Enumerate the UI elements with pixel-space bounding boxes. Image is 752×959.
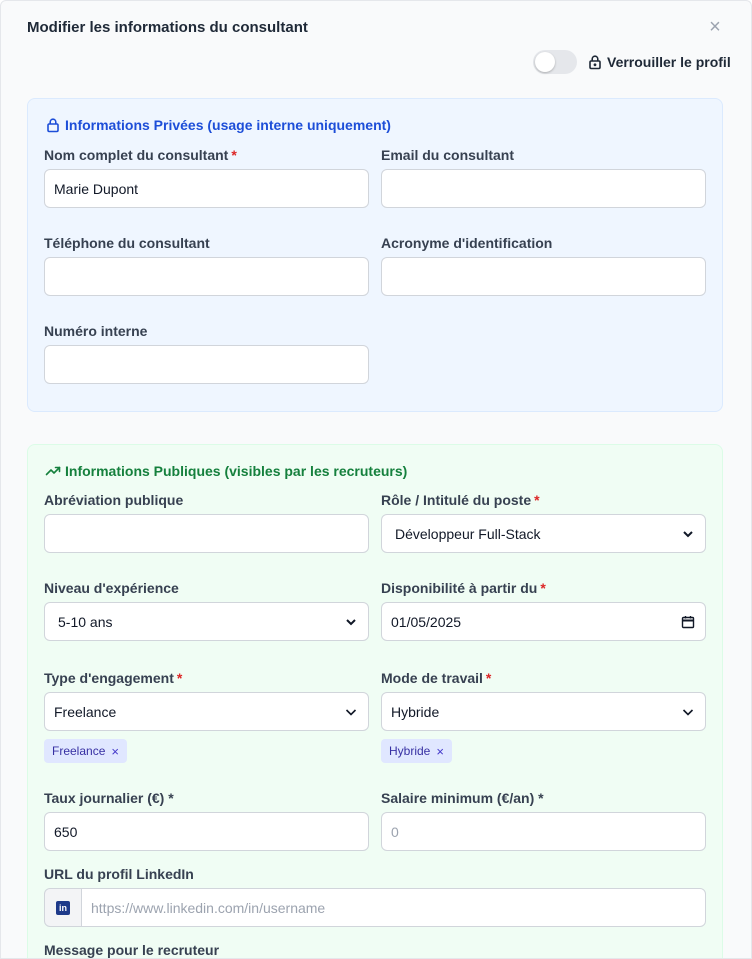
close-button[interactable]: × [705, 17, 725, 37]
linkedin-icon: in [56, 900, 70, 915]
private-info-section: Informations Privées (usage interne uniq… [27, 98, 723, 412]
daily-rate-label: Taux journalier (€) * [44, 790, 174, 806]
private-section-heading: Informations Privées (usage interne uniq… [45, 117, 391, 133]
engagement-select-value: Freelance [54, 703, 117, 720]
role-label-text: Rôle / Intitulé du poste [381, 492, 532, 508]
required-marker: * [540, 580, 546, 596]
availability-date-input[interactable]: 01/05/2025 [381, 602, 706, 641]
work-mode-select-value: Hybride [391, 703, 440, 720]
engagement-label-text: Type d'engagement [44, 670, 174, 686]
public-section-heading: Informations Publiques (visibles par les… [45, 463, 407, 479]
availability-date-value: 01/05/2025 [391, 613, 462, 630]
public-section-title: Informations Publiques (visibles par les… [65, 463, 408, 479]
lock-profile-row: Verrouiller le profil [533, 50, 731, 74]
linkedin-url-input[interactable]: https://www.linkedin.com/in/username [81, 888, 706, 927]
chevron-down-icon [682, 709, 694, 716]
engagement-chip: Freelance × [44, 739, 127, 763]
phone-input[interactable] [44, 257, 369, 296]
remove-chip-icon[interactable]: × [436, 744, 444, 759]
experience-select-value: 5-10 ans [58, 613, 113, 630]
chip-label: Freelance [52, 744, 106, 758]
acronym-label: Acronyme d'identification [381, 235, 553, 251]
required-marker: * [231, 147, 237, 163]
public-info-section: Informations Publiques (visibles par les… [27, 444, 723, 958]
availability-label: Disponibilité à partir du * [381, 580, 546, 596]
edit-consultant-modal: Modifier les informations du consultant … [0, 0, 752, 959]
min-salary-label: Salaire minimum (€/an) * [381, 790, 544, 806]
role-select[interactable]: Développeur Full-Stack [381, 514, 706, 553]
public-abbr-label: Abréviation publique [44, 492, 184, 508]
chevron-down-icon [346, 619, 356, 626]
chevron-down-icon [683, 531, 693, 538]
trending-up-icon [45, 463, 61, 479]
internal-number-input[interactable] [44, 345, 369, 384]
required-marker: * [485, 670, 492, 686]
full-name-label: Nom complet du consultant * [44, 147, 237, 163]
work-mode-label: Mode de travail * [381, 670, 491, 686]
engagement-select[interactable]: Freelance [44, 692, 369, 731]
internal-number-label: Numéro interne [44, 323, 148, 339]
role-select-value: Développeur Full-Stack [395, 525, 541, 542]
work-mode-chip: Hybride × [381, 739, 452, 763]
linkedin-addon: in [44, 888, 82, 927]
availability-label-text: Disponibilité à partir du [381, 580, 538, 596]
full-name-label-text: Nom complet du consultant [44, 147, 229, 163]
email-label: Email du consultant [381, 147, 515, 163]
full-name-input[interactable]: Marie Dupont [44, 169, 369, 208]
required-marker: * [176, 670, 183, 686]
work-mode-label-text: Mode de travail [381, 670, 483, 686]
required-marker: * [534, 492, 540, 508]
lock-icon [587, 54, 603, 70]
linkedin-label: URL du profil LinkedIn [44, 866, 194, 882]
role-label: Rôle / Intitulé du poste * [381, 492, 540, 508]
lock-profile-toggle[interactable] [533, 50, 577, 74]
lock-profile-label: Verrouiller le profil [607, 54, 731, 70]
engagement-label: Type d'engagement * [44, 670, 182, 686]
experience-select[interactable]: 5-10 ans [44, 602, 369, 641]
public-abbr-input[interactable] [44, 514, 369, 553]
work-mode-select[interactable]: Hybride [381, 692, 706, 731]
experience-label: Niveau d'expérience [44, 580, 179, 596]
chevron-down-icon [345, 709, 357, 716]
lock-icon [45, 117, 61, 133]
remove-chip-icon[interactable]: × [111, 744, 119, 759]
phone-label: Téléphone du consultant [44, 235, 210, 251]
recruiter-message-label: Message pour le recruteur [44, 942, 220, 958]
toggle-knob [535, 52, 555, 72]
min-salary-input[interactable]: 0 [381, 812, 706, 851]
acronym-input[interactable] [381, 257, 706, 296]
chip-label: Hybride [389, 744, 431, 758]
email-input[interactable] [381, 169, 706, 208]
calendar-icon[interactable] [681, 615, 695, 629]
modal-title: Modifier les informations du consultant [27, 19, 308, 36]
daily-rate-input[interactable]: 650 [44, 812, 369, 851]
private-section-title: Informations Privées (usage interne uniq… [65, 117, 391, 133]
